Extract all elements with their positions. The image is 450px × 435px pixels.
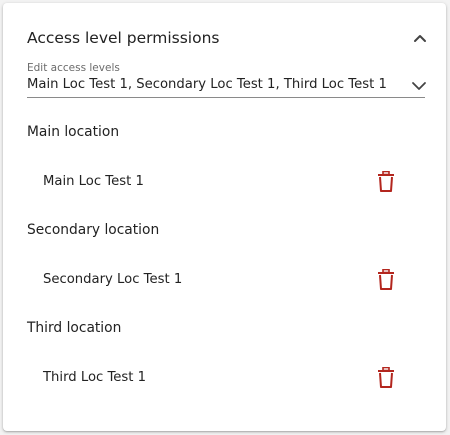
location-label: Secondary Loc Test 1 xyxy=(43,272,183,287)
select-underline xyxy=(27,97,425,98)
trash-icon[interactable] xyxy=(377,170,395,192)
location-label: Third Loc Test 1 xyxy=(43,370,147,385)
chevron-up-icon[interactable] xyxy=(410,28,430,48)
location-label: Main Loc Test 1 xyxy=(43,174,144,189)
location-row-third: Third Loc Test 1 xyxy=(43,366,395,390)
access-levels-label: Edit access levels xyxy=(27,62,120,74)
panel-header[interactable]: Access level permissions xyxy=(27,29,427,51)
trash-icon[interactable] xyxy=(377,366,395,388)
location-row-main: Main Loc Test 1 xyxy=(43,170,395,194)
access-levels-select[interactable]: Edit access levels Main Loc Test 1, Seco… xyxy=(27,60,427,98)
section-title-main-location: Main location xyxy=(27,124,120,140)
section-title-third-location: Third location xyxy=(27,320,122,336)
access-levels-value: Main Loc Test 1, Secondary Loc Test 1, T… xyxy=(27,77,387,92)
location-row-secondary: Secondary Loc Test 1 xyxy=(43,268,395,292)
panel-title: Access level permissions xyxy=(27,29,220,47)
trash-icon[interactable] xyxy=(377,268,395,290)
chevron-down-icon[interactable] xyxy=(411,78,427,94)
access-permissions-card: Access level permissions Edit access lev… xyxy=(3,3,446,431)
section-title-secondary-location: Secondary location xyxy=(27,222,160,238)
